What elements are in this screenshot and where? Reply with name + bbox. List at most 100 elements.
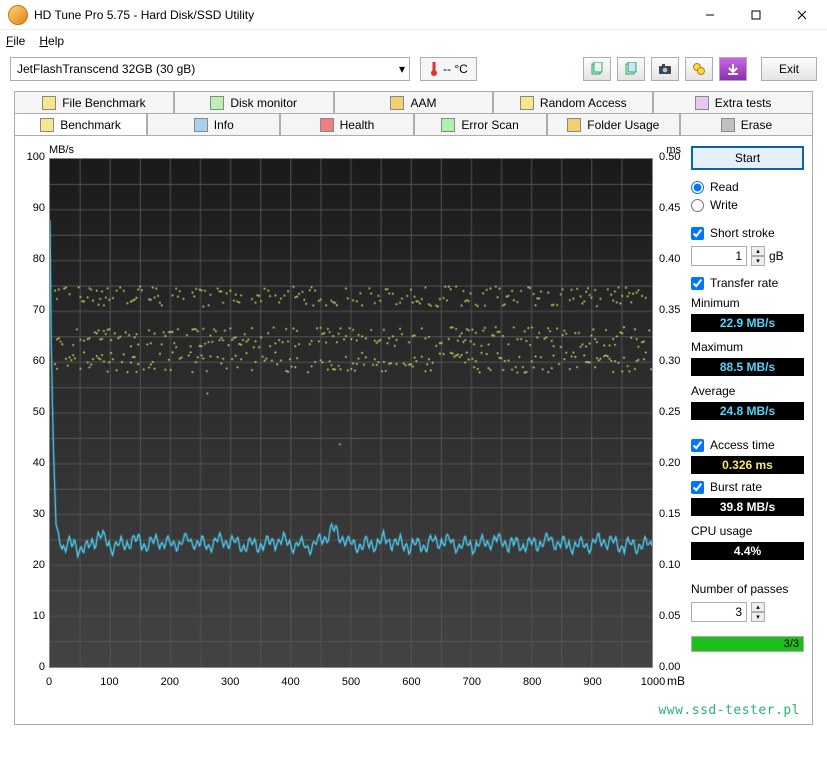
spinner-down-icon[interactable]: ▾ <box>751 256 765 266</box>
y-tick-right: 0.25 <box>659 406 687 418</box>
x-tick: 1000 <box>641 676 665 688</box>
tab-error-scan[interactable]: Error Scan <box>414 113 547 135</box>
benchmark-chart: MB/s ms mB 01020304050607080901000.000.0… <box>23 144 683 704</box>
tab-disk-monitor[interactable]: Disk monitor <box>174 91 334 113</box>
settings-button[interactable] <box>685 57 713 81</box>
spinner-up-icon[interactable]: ▴ <box>751 602 765 612</box>
screenshot-button[interactable] <box>651 57 679 81</box>
tab-health[interactable]: Health <box>280 113 413 135</box>
menu-bar: File Help <box>0 30 827 51</box>
copy-text-button[interactable] <box>617 57 645 81</box>
passes-label: Number of passes <box>691 582 804 596</box>
short-stroke-input[interactable] <box>691 246 747 266</box>
y-tick-left: 80 <box>23 253 45 265</box>
tabs-row-2: BenchmarkInfoHealthError ScanFolder Usag… <box>0 113 827 135</box>
chevron-down-icon: ▾ <box>399 62 405 76</box>
cpu-usage-value: 4.4% <box>691 542 804 560</box>
y-tick-right: 0.50 <box>659 151 687 163</box>
y-tick-left: 40 <box>23 457 45 469</box>
start-button[interactable]: Start <box>691 146 804 170</box>
passes-input[interactable] <box>691 602 747 622</box>
short-stroke-spinner[interactable]: ▴▾ gB <box>691 246 804 266</box>
tab-file-benchmark[interactable]: File Benchmark <box>14 91 174 113</box>
y-tick-left: 10 <box>23 610 45 622</box>
x-tick: 500 <box>342 676 360 688</box>
x-tick: 600 <box>402 676 420 688</box>
y-tick-left: 20 <box>23 559 45 571</box>
thermometer-icon <box>429 61 439 77</box>
y-tick-right: 0.15 <box>659 508 687 520</box>
progress-bar: 3/3 <box>691 636 804 652</box>
x-tick: 800 <box>523 676 541 688</box>
transfer-rate-checkbox[interactable]: Transfer rate <box>691 276 804 290</box>
y-tick-right: 0.35 <box>659 304 687 316</box>
x-tick: 900 <box>583 676 601 688</box>
y-tick-left: 0 <box>23 661 45 673</box>
temperature-value: -- °C <box>443 62 468 76</box>
tab-random-access[interactable]: Random Access <box>493 91 653 113</box>
x-tick: 0 <box>46 676 52 688</box>
read-radio[interactable]: Read <box>691 180 804 194</box>
y-tick-right: 0.05 <box>659 610 687 622</box>
x-tick: 300 <box>221 676 239 688</box>
short-stroke-checkbox[interactable]: Short stroke <box>691 226 804 240</box>
access-time-value: 0.326 ms <box>691 456 804 474</box>
x-tick: 100 <box>100 676 118 688</box>
y-tick-left: 60 <box>23 355 45 367</box>
y-tick-left: 70 <box>23 304 45 316</box>
minimize-button[interactable] <box>687 0 733 30</box>
spinner-up-icon[interactable]: ▴ <box>751 246 765 256</box>
maximum-label: Maximum <box>691 340 804 354</box>
progress-text: 3/3 <box>784 638 799 650</box>
y-tick-left: 90 <box>23 202 45 214</box>
device-select[interactable]: JetFlashTranscend 32GB (30 gB) ▾ <box>10 57 410 81</box>
y-tick-right: 0.30 <box>659 355 687 367</box>
y-tick-right: 0.40 <box>659 253 687 265</box>
maximize-button[interactable] <box>733 0 779 30</box>
copy-info-button[interactable] <box>583 57 611 81</box>
x-tick: 700 <box>463 676 481 688</box>
y-tick-right: 0.00 <box>659 661 687 673</box>
watermark: www.ssd-tester.pl <box>658 703 800 718</box>
tab-benchmark[interactable]: Benchmark <box>14 113 147 135</box>
average-label: Average <box>691 384 804 398</box>
y-tick-right: 0.45 <box>659 202 687 214</box>
chart-ylabel-left: MB/s <box>49 144 74 156</box>
window-title: HD Tune Pro 5.75 - Hard Disk/SSD Utility <box>34 8 687 22</box>
burst-rate-value: 39.8 MB/s <box>691 498 804 516</box>
tab-aam[interactable]: AAM <box>334 91 494 113</box>
benchmark-sidebar: Start Read Write Short stroke ▴▾ gB Tran… <box>691 144 804 716</box>
exit-button[interactable]: Exit <box>761 57 817 81</box>
chart-xlabel: mB <box>667 674 685 688</box>
tab-extra-tests[interactable]: Extra tests <box>653 91 813 113</box>
y-tick-left: 50 <box>23 406 45 418</box>
tab-folder-usage[interactable]: Folder Usage <box>547 113 680 135</box>
tab-info[interactable]: Info <box>147 113 280 135</box>
minimum-value: 22.9 MB/s <box>691 314 804 332</box>
x-tick: 200 <box>161 676 179 688</box>
y-tick-left: 30 <box>23 508 45 520</box>
toolbar: JetFlashTranscend 32GB (30 gB) ▾ -- °C E… <box>0 51 827 87</box>
device-select-value: JetFlashTranscend 32GB (30 gB) <box>17 62 195 76</box>
passes-spinner[interactable]: ▴▾ <box>691 602 804 622</box>
close-button[interactable] <box>779 0 825 30</box>
tab-erase[interactable]: Erase <box>680 113 813 135</box>
x-tick: 400 <box>281 676 299 688</box>
content-area: MB/s ms mB 01020304050607080901000.000.0… <box>14 135 813 725</box>
menu-file[interactable]: File <box>6 34 25 48</box>
save-button[interactable] <box>719 57 747 81</box>
write-radio[interactable]: Write <box>691 198 804 212</box>
app-icon <box>8 5 28 25</box>
cpu-usage-label: CPU usage <box>691 524 804 538</box>
access-time-checkbox[interactable]: Access time <box>691 438 804 452</box>
y-tick-right: 0.20 <box>659 457 687 469</box>
tabs-row-1: File BenchmarkDisk monitorAAMRandom Acce… <box>0 91 827 113</box>
maximum-value: 88.5 MB/s <box>691 358 804 376</box>
temperature-display: -- °C <box>420 57 477 81</box>
burst-rate-checkbox[interactable]: Burst rate <box>691 480 804 494</box>
y-tick-left: 100 <box>23 151 45 163</box>
menu-help[interactable]: Help <box>39 34 64 48</box>
spinner-down-icon[interactable]: ▾ <box>751 612 765 622</box>
y-tick-right: 0.10 <box>659 559 687 571</box>
minimum-label: Minimum <box>691 296 804 310</box>
